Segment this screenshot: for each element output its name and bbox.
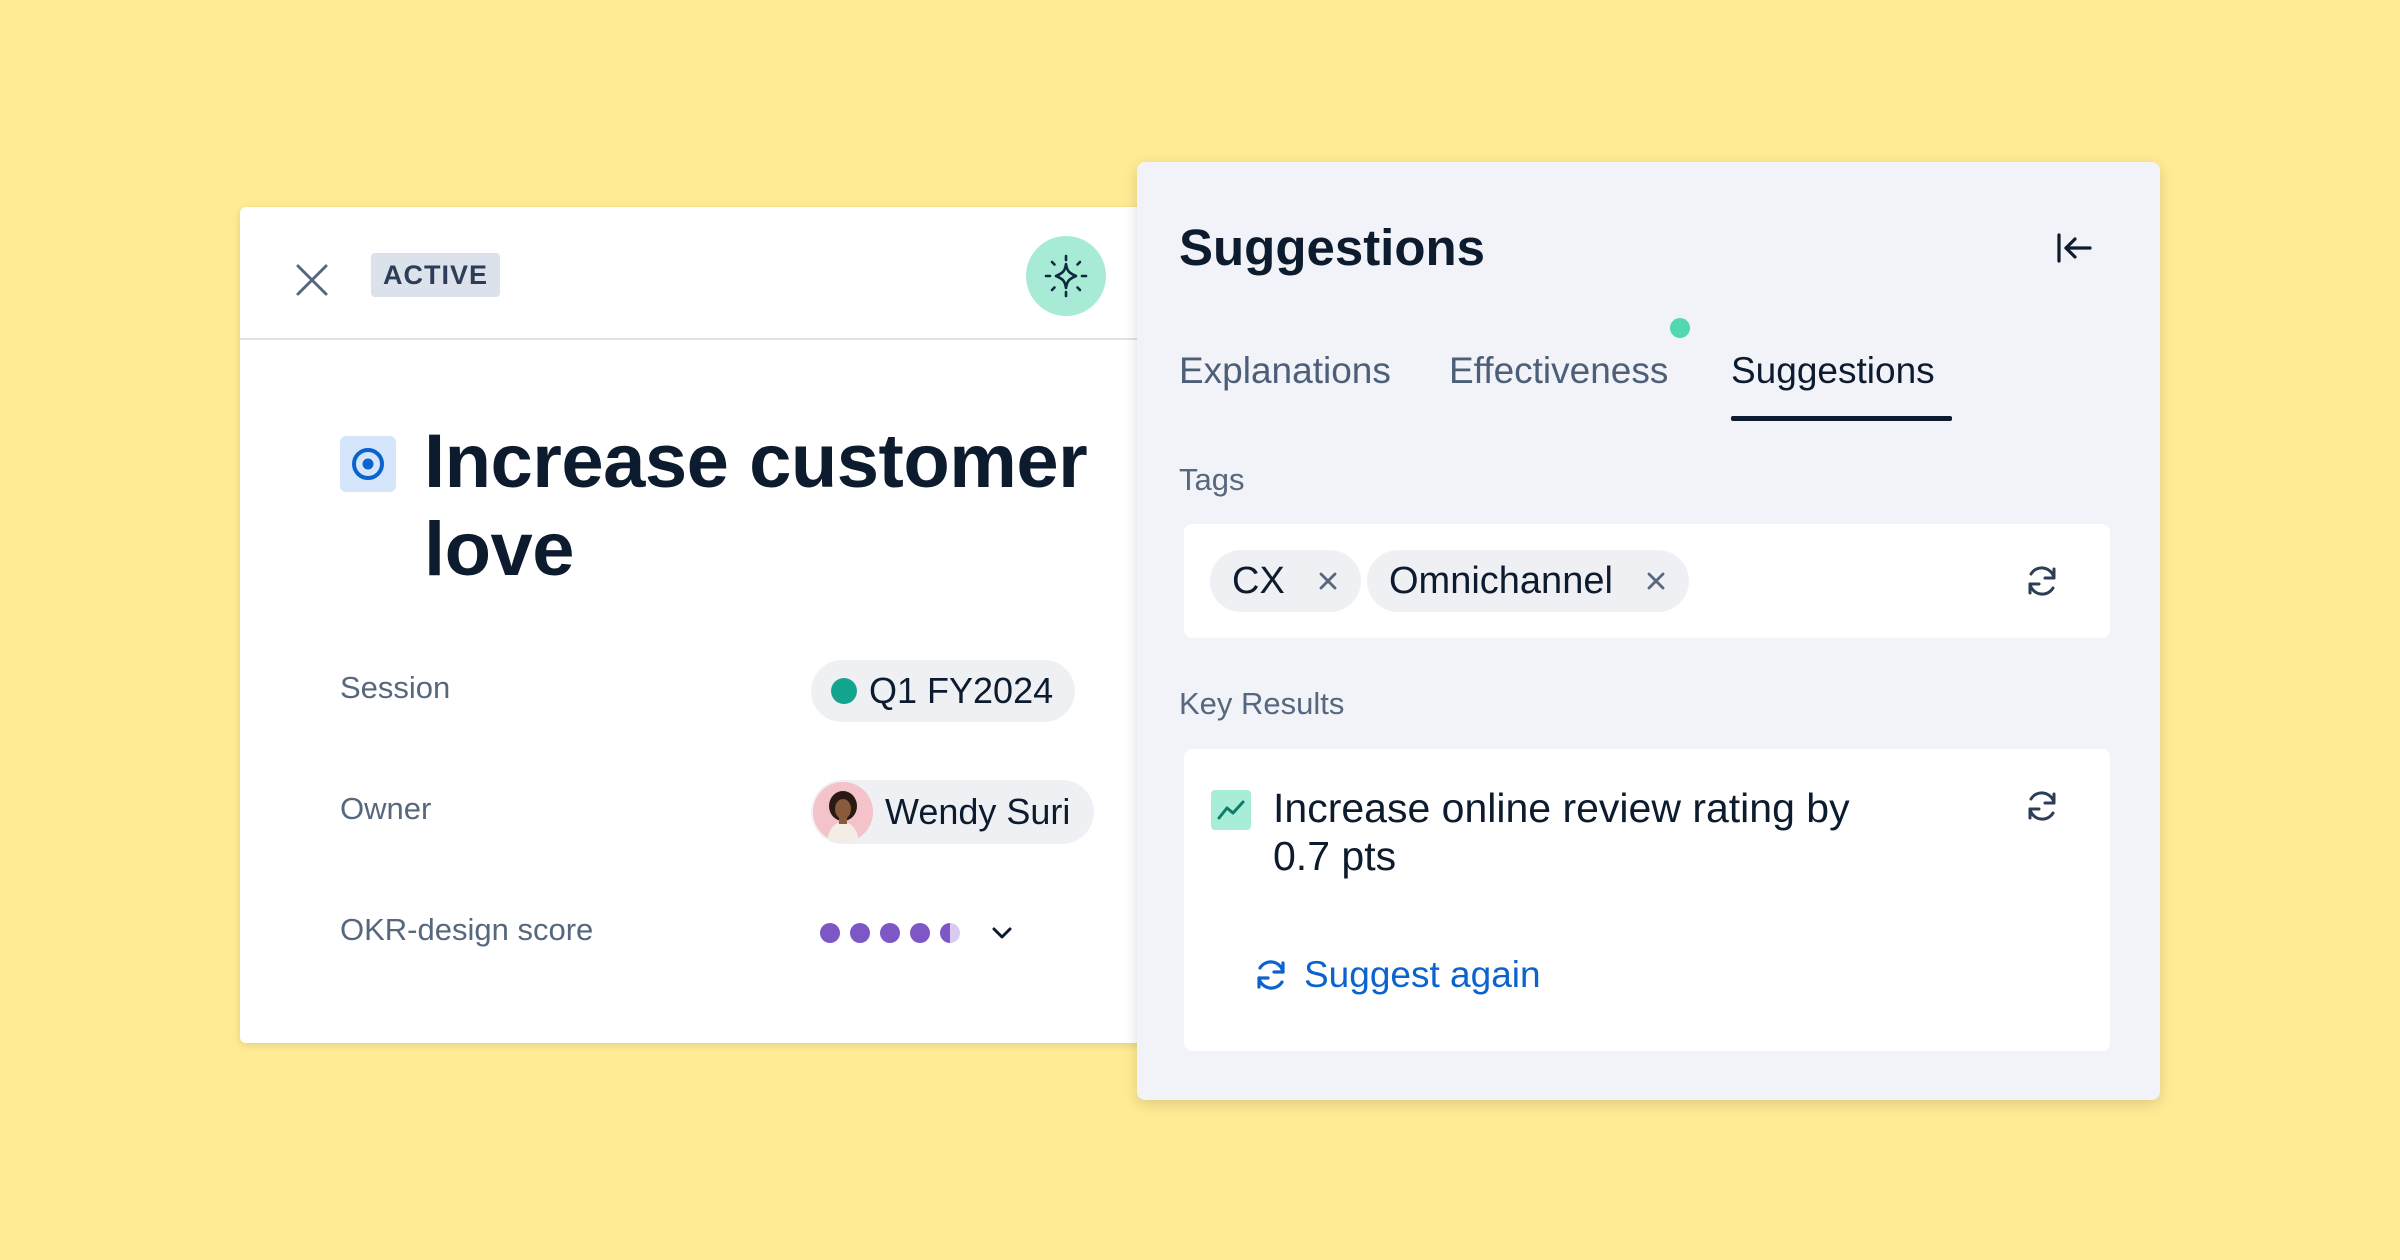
- status-badge: ACTIVE: [371, 253, 501, 297]
- tab-effectiveness[interactable]: Effectiveness: [1449, 350, 1668, 392]
- remove-tag-button[interactable]: [1315, 568, 1341, 594]
- objective-type-icon: [340, 436, 396, 492]
- refresh-tags-button[interactable]: [2020, 559, 2064, 603]
- tag-chip: CX: [1210, 550, 1361, 612]
- score-dot: [820, 923, 840, 943]
- notification-dot: [1670, 318, 1690, 338]
- suggest-again-button[interactable]: Suggest again: [1252, 952, 1541, 998]
- avatar: [813, 782, 873, 842]
- chevron-down-icon: [992, 927, 1012, 939]
- trend-up-icon: [1217, 800, 1245, 820]
- tag-label: Omnichannel: [1389, 559, 1613, 602]
- owner-chip[interactable]: Wendy Suri: [811, 780, 1095, 844]
- okr-design-score[interactable]: [820, 918, 1016, 948]
- tab-explanations[interactable]: Explanations: [1179, 350, 1391, 392]
- tab-suggestions[interactable]: Suggestions: [1731, 350, 1935, 392]
- target-icon: [352, 448, 384, 480]
- sparkle-icon: [1044, 254, 1088, 298]
- score-dot: [850, 923, 870, 943]
- score-dot: [910, 923, 930, 943]
- session-chip[interactable]: Q1 FY2024: [811, 660, 1076, 722]
- remove-tag-button[interactable]: [1643, 568, 1669, 594]
- active-tab-indicator: [1731, 416, 1952, 421]
- refresh-icon: [1257, 960, 1285, 990]
- refresh-key-result-button[interactable]: [2020, 784, 2064, 828]
- refresh-icon: [2028, 566, 2056, 596]
- remove-tag-icon: [1319, 572, 1337, 590]
- collapse-left-icon: [2057, 233, 2092, 263]
- panel-title: Suggestions: [1179, 219, 1486, 276]
- suggest-again-label: Suggest again: [1304, 954, 1541, 995]
- owner-label: Owner: [340, 791, 432, 826]
- close-button[interactable]: [287, 255, 337, 305]
- ai-assist-button[interactable]: [1026, 236, 1106, 316]
- session-label: Session: [340, 670, 451, 705]
- key-result-text: Increase online review rating by 0.7 pts: [1273, 785, 1850, 879]
- refresh-icon: [2028, 791, 2056, 821]
- key-result-type-icon: [1211, 790, 1251, 830]
- collapse-panel-button[interactable]: [2052, 226, 2096, 270]
- tag-label: CX: [1232, 559, 1285, 602]
- score-expand-button[interactable]: [988, 919, 1016, 947]
- key-results-label: Key Results: [1179, 686, 1345, 721]
- score-label: OKR-design score: [340, 912, 594, 947]
- owner-name: Wendy Suri: [885, 791, 1071, 832]
- score-dot-half: [940, 923, 960, 943]
- session-status-dot: [831, 678, 857, 704]
- close-icon: [296, 264, 328, 296]
- tags-label: Tags: [1179, 462, 1245, 497]
- score-dot: [880, 923, 900, 943]
- remove-tag-icon: [1647, 572, 1665, 590]
- objective-title: Increase customer love: [424, 419, 1088, 592]
- tag-chip: Omnichannel: [1367, 550, 1689, 612]
- session-value: Q1 FY2024: [869, 670, 1054, 711]
